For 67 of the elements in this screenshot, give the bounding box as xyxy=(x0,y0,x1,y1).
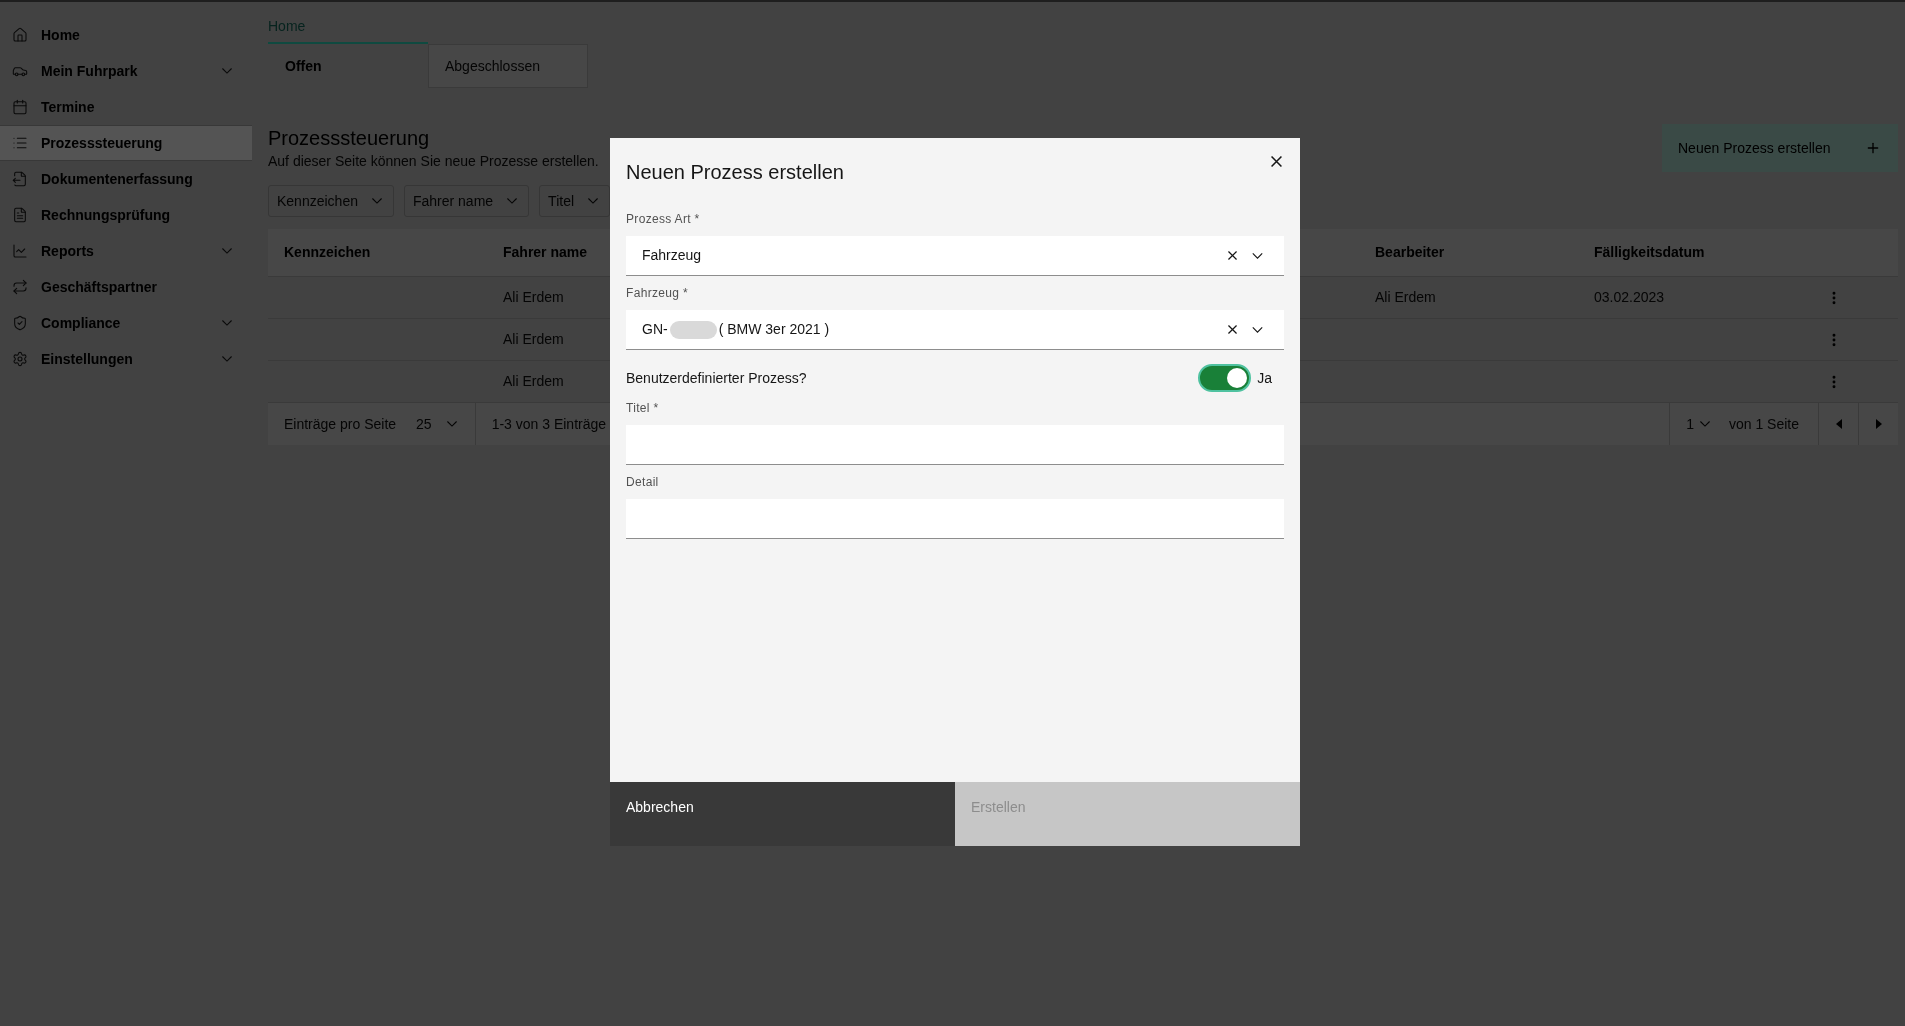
sidebar-item[interactable]: Reports xyxy=(0,233,252,269)
pagination-label: Einträge pro Seite xyxy=(284,414,397,434)
sidebar-item[interactable]: Compliance xyxy=(0,305,252,341)
document-icon xyxy=(12,207,28,223)
close-icon[interactable] xyxy=(1271,156,1282,167)
column-header: Bearbeiter xyxy=(1375,243,1445,262)
filter-dropdown[interactable]: Kennzeichen xyxy=(268,185,394,217)
text-input[interactable] xyxy=(626,499,1284,539)
sidebar-item[interactable]: Home xyxy=(0,17,252,53)
chevron-down-icon xyxy=(507,198,518,204)
calendar-icon xyxy=(12,99,28,115)
chevron-down-icon xyxy=(588,198,599,204)
field-label: Titel * xyxy=(626,400,659,416)
page-count: von 1 Seite xyxy=(1728,414,1799,434)
select-field[interactable]: GN- ( BMW 3er 2021 ) xyxy=(626,310,1284,350)
tab[interactable]: Home xyxy=(268,4,428,44)
sidebar-item[interactable]: Mein Fuhrpark xyxy=(0,53,252,89)
page-subtitle: Auf dieser Seite können Sie neue Prozesse erstellen. xyxy=(268,152,599,170)
table-cell-text: Ali Erdem xyxy=(503,330,564,349)
table-cell-text: Ali Erdem xyxy=(503,372,564,391)
column-header: Fahrer name xyxy=(503,243,588,262)
field-label: Fahrzeug * xyxy=(626,285,688,301)
tab[interactable]: Abgeschlossen xyxy=(428,44,588,88)
toggle-switch[interactable] xyxy=(1198,364,1252,392)
list-icon xyxy=(12,135,28,151)
chevron-down-icon xyxy=(1699,421,1710,427)
caret-left-icon[interactable] xyxy=(1835,419,1842,429)
toggle-state-label: Ja xyxy=(1257,368,1272,388)
column-header: Fälligkeitsdatum xyxy=(1594,243,1705,262)
sidebar-item[interactable]: Dokumentenerfassung xyxy=(0,161,252,197)
clear-icon[interactable] xyxy=(1228,325,1237,334)
chevron-down-icon xyxy=(1252,326,1263,333)
text-input[interactable] xyxy=(626,425,1284,465)
table-cell-text: Ali Erdem xyxy=(1375,288,1436,307)
cancel-button[interactable]: Abbrechen xyxy=(610,782,955,846)
column-header: Kennzeichen xyxy=(284,243,371,262)
dialog-title: Neuen Prozess erstellen xyxy=(626,160,844,185)
chevron-down-icon xyxy=(371,198,382,204)
sidebar-item[interactable]: Einstellungen xyxy=(0,341,252,377)
filter-dropdown[interactable]: Fahrer name xyxy=(403,185,530,217)
line-chart-icon xyxy=(12,243,28,259)
sidebar-item[interactable]: Termine xyxy=(0,89,252,125)
table-cell-text: Ali Erdem xyxy=(503,288,564,307)
pagination-range: 1-3 von 3 Einträge xyxy=(491,414,607,434)
table-cell-text: 03.02.2023 xyxy=(1594,288,1665,307)
settings-icon xyxy=(12,351,28,367)
clear-icon[interactable] xyxy=(1228,251,1237,260)
chevron-down-icon xyxy=(446,421,457,427)
document-arrow-icon xyxy=(12,171,28,187)
per-page-select[interactable]: 25 xyxy=(400,403,476,445)
toggle-label: Benutzerdefinierter Prozess? xyxy=(626,368,807,388)
page-select[interactable]: 1 xyxy=(1669,403,1720,445)
sidebar-item[interactable]: Prozesssteuerung xyxy=(0,125,252,161)
page-title: Prozesssteuerung xyxy=(268,126,430,151)
home-icon xyxy=(12,27,28,43)
plus-icon xyxy=(1865,140,1881,156)
caret-right-icon[interactable] xyxy=(1875,419,1882,429)
chevron-down-icon xyxy=(1252,252,1263,259)
field-label: Detail xyxy=(626,474,659,490)
select-field[interactable]: Fahrzeug xyxy=(626,236,1284,276)
shield-check-icon xyxy=(12,315,28,331)
repeat-arrows-icon xyxy=(12,279,28,295)
sidebar-item[interactable]: Geschäftspartner xyxy=(0,269,252,305)
tab[interactable]: Offen xyxy=(268,44,428,88)
sidebar-item[interactable]: Rechnungsprüfung xyxy=(0,197,252,233)
field-label: Prozess Art * xyxy=(626,211,700,227)
create-process-button[interactable]: Neuen Prozess erstellen xyxy=(1662,124,1898,172)
